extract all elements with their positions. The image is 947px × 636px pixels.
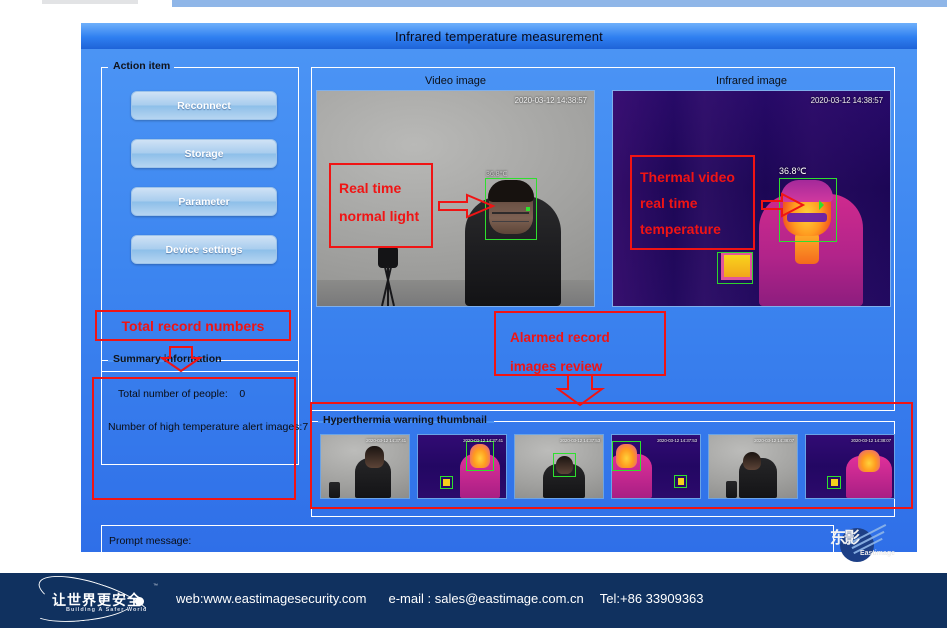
window-title-bar: Infrared temperature measurement bbox=[81, 23, 917, 49]
annotation-alarmed-line1: Alarmed record bbox=[510, 330, 610, 345]
video-image-label: Video image bbox=[425, 75, 486, 87]
annotation-arrow-down-icon bbox=[160, 346, 204, 373]
reconnect-button[interactable]: Reconnect bbox=[131, 91, 277, 120]
footer-email: e-mail : sales@eastimage.com.cn bbox=[388, 591, 584, 606]
infrared-image-label: Infrared image bbox=[716, 75, 787, 87]
page-title: Infrared temperature measurement bbox=[395, 28, 603, 44]
video-timestamp: 2020-03-12 14:38:57 bbox=[514, 96, 587, 105]
video-face-temperature: 36.8℃ bbox=[486, 171, 508, 178]
annotation-outline-thumbnails bbox=[310, 402, 913, 509]
tripod-icon bbox=[375, 246, 401, 306]
annotation-thermal-line3: temperature bbox=[640, 221, 721, 237]
annotation-real-time-line2: normal light bbox=[339, 208, 420, 224]
infrared-hotspot-marker bbox=[819, 200, 824, 210]
infrared-blackbody-box bbox=[717, 252, 753, 284]
storage-button[interactable]: Storage bbox=[131, 139, 277, 168]
annotation-total-record-label: Total record numbers bbox=[121, 317, 265, 334]
page-footer: 让世界更安全 Building A Safer World ™ web:www.… bbox=[0, 565, 947, 636]
action-item-group-label: Action item bbox=[113, 60, 171, 72]
annotation-total-record-numbers: Total record numbers bbox=[95, 310, 291, 341]
infrared-face-temperature: 36.8℃ bbox=[779, 166, 807, 176]
prompt-message-label: Prompt message: bbox=[109, 535, 192, 547]
eastimage-wordmark: Eastimage bbox=[860, 550, 896, 557]
footer-contact-info: web:www.eastimagesecurity.com e-mail : sa… bbox=[176, 591, 704, 606]
annotation-real-time-line1: Real time bbox=[339, 180, 402, 196]
annotation-outline-summary bbox=[92, 377, 296, 500]
eastimage-watermark: 东影 Eastimage bbox=[826, 524, 896, 563]
logo-slogan-en: Building A Safer World bbox=[66, 607, 148, 613]
reconnect-button-label: Reconnect bbox=[177, 99, 231, 112]
annotation-thermal-line2: real time bbox=[640, 195, 698, 211]
screenshot-artifact-left bbox=[42, 0, 138, 4]
parameter-button[interactable]: Parameter bbox=[131, 187, 277, 216]
infrared-timestamp: 2020-03-12 14:38:57 bbox=[810, 96, 883, 105]
annotation-arrow-right-icon bbox=[761, 192, 806, 218]
logo-trademark-icon: ™ bbox=[153, 583, 158, 589]
annotation-alarmed-record-images-review: Alarmed record images review bbox=[494, 311, 666, 376]
logo-dot-icon bbox=[135, 597, 144, 606]
device-settings-button-label: Device settings bbox=[165, 243, 243, 256]
screenshot-artifact-top-bar bbox=[172, 0, 947, 7]
footer-tel: Tel:+86 33909363 bbox=[599, 591, 704, 606]
video-hotspot-marker bbox=[526, 207, 530, 211]
company-logo: 让世界更安全 Building A Safer World ™ bbox=[20, 565, 160, 636]
storage-button-label: Storage bbox=[184, 147, 224, 160]
annotation-thermal-video-temperature: Thermal video real time temperature bbox=[630, 155, 755, 250]
device-settings-button[interactable]: Device settings bbox=[131, 235, 277, 264]
annotation-arrow-right-icon bbox=[438, 193, 496, 219]
prompt-message-group[interactable]: Prompt message: bbox=[101, 525, 834, 559]
annotation-real-time-normal-light: Real time normal light bbox=[329, 163, 433, 248]
annotation-thermal-line1: Thermal video bbox=[640, 169, 735, 185]
parameter-button-label: Parameter bbox=[178, 195, 230, 208]
footer-web: web:www.eastimagesecurity.com bbox=[176, 591, 367, 606]
